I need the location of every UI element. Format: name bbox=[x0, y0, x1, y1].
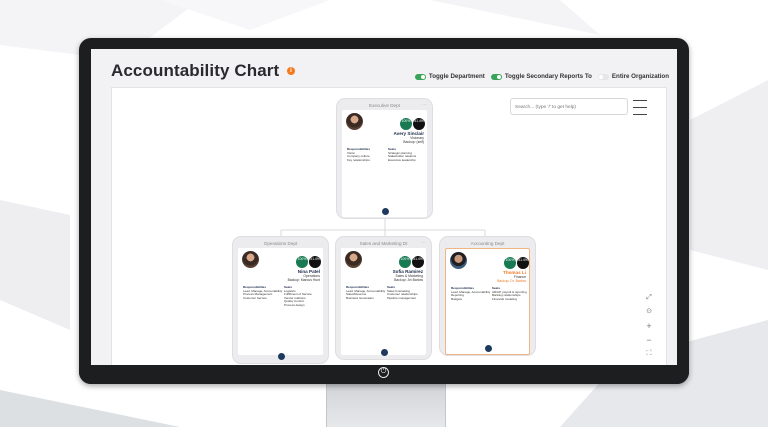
expand-node-button[interactable] bbox=[278, 353, 285, 360]
seats-list: Seats AR/AP, payroll & reporting Banking… bbox=[492, 286, 527, 301]
zoom-out-icon[interactable]: − bbox=[644, 335, 654, 345]
org-card-executive[interactable]: Executive Dept ⋯ 100% 51.4% Avery Sincla… bbox=[336, 98, 433, 219]
expand-node-button[interactable] bbox=[382, 208, 389, 215]
app-screen: Accountability Chart i Toggle Department… bbox=[91, 49, 677, 365]
backup-label: Backup: Jin Barlow bbox=[394, 278, 423, 282]
seats-list: Seats Logistics Fulfillment of Service V… bbox=[284, 285, 312, 308]
fullscreen-icon[interactable]: ⛶ bbox=[644, 349, 654, 359]
center-icon[interactable]: ⊙ bbox=[644, 307, 654, 317]
list-item: Key relationships bbox=[347, 157, 370, 162]
toggle-entire-organization[interactable]: Entire Organization bbox=[597, 73, 669, 80]
metric-badge: 51.4% bbox=[413, 118, 425, 130]
list-item: Process design bbox=[284, 302, 305, 307]
zoom-in-icon[interactable]: + bbox=[644, 321, 654, 331]
backup-label: Backup: Marcus Hunt bbox=[287, 278, 320, 282]
info-icon[interactable]: i bbox=[287, 67, 295, 75]
power-icon[interactable]: ⏻ bbox=[378, 367, 389, 378]
expand-node-button[interactable] bbox=[381, 349, 388, 356]
page-title: Accountability Chart bbox=[111, 61, 280, 80]
list-item: Pipeline management bbox=[387, 295, 417, 300]
department-label: Accounting Dept bbox=[470, 241, 505, 246]
card-menu-icon[interactable]: ⋯ bbox=[421, 240, 426, 246]
responsibilities-list: Responsibilities Lead, Manage, Accountab… bbox=[346, 285, 385, 300]
metric-badge: 51.4% bbox=[517, 257, 529, 269]
card-body: 100% 51.4% Nina Patel Operations Backup:… bbox=[238, 248, 323, 355]
chart-canvas[interactable]: Search... (type '/' to get help) Executi… bbox=[111, 87, 667, 365]
toggle-secondary-reports[interactable]: Toggle Secondary Reports To bbox=[490, 73, 592, 80]
expand-node-button[interactable] bbox=[485, 345, 492, 352]
monitor-stand bbox=[326, 378, 446, 427]
metric-badge: 100% bbox=[296, 256, 308, 268]
backup-label: Backup: (self) bbox=[403, 140, 424, 144]
toggle-switch[interactable] bbox=[490, 73, 502, 80]
toggle-label: Entire Organization bbox=[611, 73, 669, 80]
toggle-label: Toggle Department bbox=[428, 73, 485, 80]
department-label: Operations Dept bbox=[263, 241, 298, 246]
toggle-department[interactable]: Toggle Department bbox=[414, 73, 485, 80]
org-card-operations[interactable]: Operations Dept 100% 51.4% Nina Patel Op… bbox=[232, 236, 329, 364]
department-label: Sales and Marketing Dt bbox=[359, 241, 408, 246]
search-input[interactable]: Search... (type '/' to get help) bbox=[510, 98, 628, 115]
toggle-label: Toggle Secondary Reports To bbox=[504, 73, 592, 80]
toggle-switch[interactable] bbox=[597, 73, 609, 80]
org-card-accounting[interactable]: Accounting Dept 100% 51.4% Thomas Li Fin… bbox=[439, 236, 536, 356]
avatar bbox=[450, 252, 467, 269]
responsibilities-list: Responsibilities Lead, Manage, Accountab… bbox=[243, 285, 282, 300]
seats-list: Seats Sales forecasting Customer relatio… bbox=[387, 285, 418, 300]
card-body: 100% 51.4% Thomas Li Finance Backup: Dr.… bbox=[445, 248, 530, 355]
metric-badge: 100% bbox=[504, 257, 516, 269]
card-body: 100% 51.4% Avery Sinclair Visionary Back… bbox=[342, 110, 427, 217]
metric-badge: 51.4% bbox=[412, 256, 424, 268]
card-menu-icon[interactable]: ⋯ bbox=[422, 102, 427, 108]
responsibilities-list: Responsibilities Vision Company culture … bbox=[347, 147, 370, 162]
list-item: Financial modeling bbox=[492, 296, 518, 301]
metric-badge: 100% bbox=[399, 256, 411, 268]
seats-list: Seats Strategic planning Stakeholder rel… bbox=[388, 147, 416, 162]
card-body: 100% 51.4% Sofia Ramirez Sales & Marketi… bbox=[341, 248, 426, 355]
avatar bbox=[346, 113, 363, 130]
department-label: Executive Dept bbox=[369, 103, 400, 108]
responsibilities-list: Responsibilities Lead, Manage, Accountab… bbox=[451, 286, 490, 301]
list-item: Business Generation bbox=[346, 295, 374, 300]
avatar bbox=[345, 251, 362, 268]
metric-badge: 51.4% bbox=[309, 256, 321, 268]
list-item: Executive leadership bbox=[388, 157, 416, 162]
hamburger-icon[interactable] bbox=[633, 100, 647, 121]
toggle-switch[interactable] bbox=[414, 73, 426, 80]
avatar bbox=[242, 251, 259, 268]
fit-screen-icon[interactable]: ⤢ bbox=[644, 293, 654, 303]
list-item: Budgets bbox=[451, 296, 463, 301]
metric-badge: 100% bbox=[400, 118, 412, 130]
org-card-sales-marketing[interactable]: Sales and Marketing Dt ⋯ 100% 51.4% Sofi… bbox=[335, 236, 432, 360]
list-item: Customer Service bbox=[243, 295, 267, 300]
backup-label: Backup: Dr. Barlow bbox=[497, 279, 526, 283]
toggle-bar: Toggle Department Toggle Secondary Repor… bbox=[414, 73, 669, 80]
